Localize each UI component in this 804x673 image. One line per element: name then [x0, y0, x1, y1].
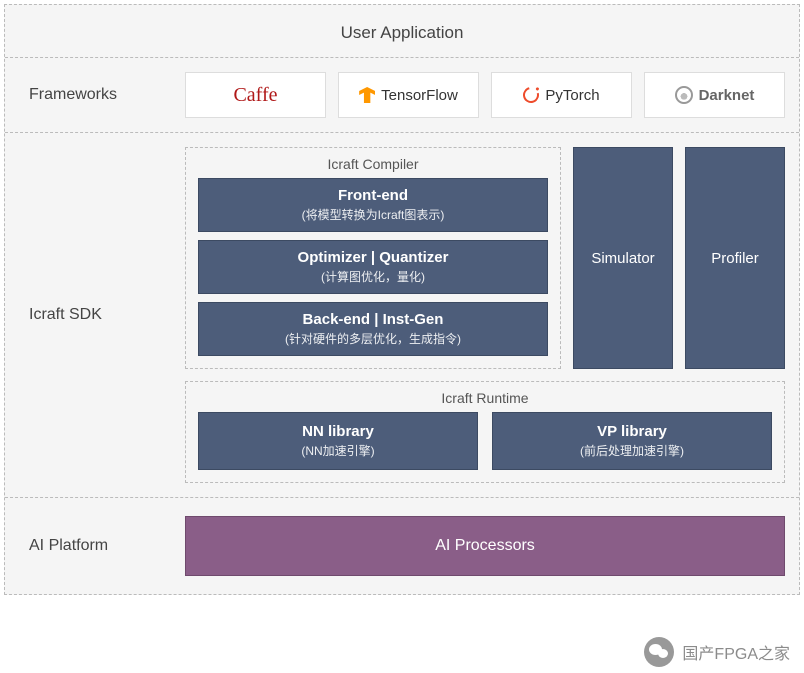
frameworks-boxes: Caffe TensorFlow PyTorch Darknet [185, 72, 785, 118]
frontend-title: Front-end [205, 187, 541, 204]
wechat-icon [644, 637, 674, 667]
compiler-backend-box: Back-end | Inst-Gen (针对硬件的多层优化，生成指令) [198, 302, 548, 356]
sdk-label: Icraft SDK [5, 133, 185, 497]
watermark: 国产FPGA之家 [644, 637, 790, 667]
ai-processors-label: AI Processors [435, 537, 535, 554]
platform-row: AI Platform AI Processors [5, 498, 799, 594]
backend-sub: (针对硬件的多层优化，生成指令) [205, 330, 541, 347]
sdk-row: Icraft SDK Icraft Compiler Front-end (将模… [5, 133, 799, 498]
icraft-runtime-group: Icraft Runtime NN library (NN加速引擎) VP li… [185, 381, 785, 483]
nn-library-box: NN library (NN加速引擎) [198, 412, 478, 470]
nn-lib-title: NN library [205, 423, 471, 440]
compiler-optimizer-box: Optimizer | Quantizer (计算图优化，量化) [198, 240, 548, 294]
optimizer-title: Optimizer | Quantizer [205, 249, 541, 266]
frontend-sub: (将模型转换为Icraft图表示) [205, 206, 541, 223]
optimizer-sub: (计算图优化，量化) [205, 268, 541, 285]
simulator-box: Simulator [573, 147, 673, 369]
compiler-title: Icraft Compiler [198, 156, 548, 172]
darknet-icon [675, 86, 693, 104]
diagram-container: User Application Frameworks Caffe Tensor… [4, 4, 800, 595]
user-application-title: User Application [5, 5, 799, 58]
darknet-label: Darknet [699, 87, 755, 104]
caffe-logo-text: Caffe [233, 84, 277, 107]
frameworks-label: Frameworks [5, 58, 185, 132]
pytorch-icon [520, 84, 542, 106]
icraft-compiler-group: Icraft Compiler Front-end (将模型转换为Icraft图… [185, 147, 561, 369]
framework-darknet: Darknet [644, 72, 785, 118]
framework-caffe: Caffe [185, 72, 326, 118]
profiler-box: Profiler [685, 147, 785, 369]
tensorflow-icon [359, 87, 375, 103]
profiler-label: Profiler [711, 250, 759, 267]
watermark-text: 国产FPGA之家 [682, 640, 790, 664]
backend-title: Back-end | Inst-Gen [205, 311, 541, 328]
frameworks-row: Frameworks Caffe TensorFlow PyTorch Dark… [5, 58, 799, 133]
ai-processors-box: AI Processors [185, 516, 785, 576]
vp-lib-title: VP library [499, 423, 765, 440]
vp-library-box: VP library (前后处理加速引擎) [492, 412, 772, 470]
runtime-title: Icraft Runtime [198, 390, 772, 406]
vp-lib-sub: (前后处理加速引擎) [499, 442, 765, 459]
compiler-frontend-box: Front-end (将模型转换为Icraft图表示) [198, 178, 548, 232]
platform-label: AI Platform [5, 498, 185, 594]
simulator-label: Simulator [591, 250, 654, 267]
nn-lib-sub: (NN加速引擎) [205, 442, 471, 459]
pytorch-label: PyTorch [545, 87, 599, 104]
tensorflow-label: TensorFlow [381, 87, 458, 104]
framework-tensorflow: TensorFlow [338, 72, 479, 118]
framework-pytorch: PyTorch [491, 72, 632, 118]
